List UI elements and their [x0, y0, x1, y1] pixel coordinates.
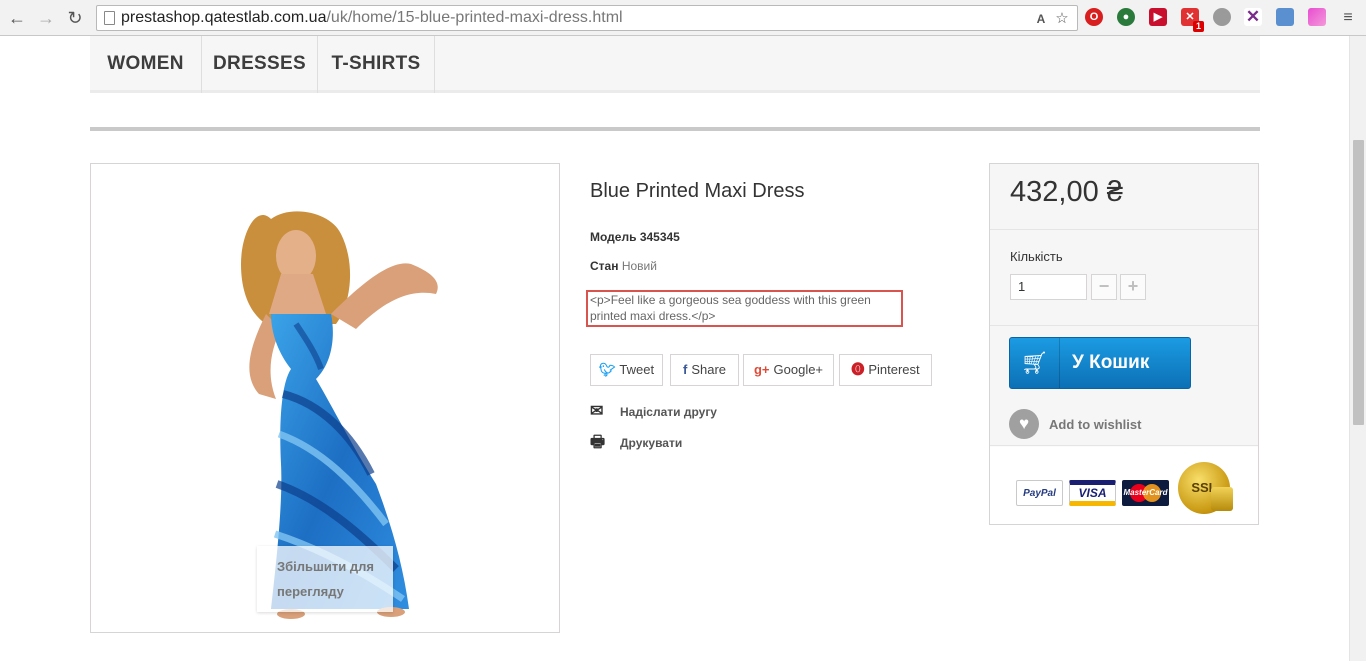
facebook-share-button[interactable]: f Share — [670, 354, 739, 386]
world-extension-icon[interactable] — [1213, 8, 1231, 26]
zoom-hint[interactable]: Збільшити для перегляду — [257, 546, 393, 612]
page-scrollbar[interactable] — [1349, 36, 1366, 661]
envelope-icon: ✉ — [590, 403, 604, 420]
zoom-hint-line1: Збільшити для — [277, 559, 374, 574]
cart-icon: 🛒︎ — [1010, 338, 1060, 388]
mastercard-logo: MasterCard — [1122, 480, 1169, 506]
quantity-area: Кількість 1 − + — [990, 230, 1258, 326]
price-area: 432,00 ₴ — [990, 164, 1258, 230]
visa-logo: VISA — [1069, 480, 1116, 506]
google-plus-button[interactable]: g+ Google+ — [743, 354, 834, 386]
globe-extension-icon[interactable]: ● — [1117, 8, 1135, 26]
cart-area: 🛒︎ У Кошик ♥ Add to wishlist — [990, 326, 1258, 446]
printer-icon: 🖶 — [590, 434, 606, 451]
model-row: Модель 345345 — [590, 230, 680, 244]
condition-row: Стан Новий — [590, 259, 657, 273]
payment-logos: PayPal VISA MasterCard SSL — [990, 447, 1258, 524]
pinterest-button[interactable]: ⓿ Pinterest — [839, 354, 932, 386]
pinterest-icon: ⓿ — [851, 362, 865, 377]
chrome-menu-icon[interactable]: ≡ — [1338, 8, 1358, 28]
address-url[interactable]: prestashop.qatestlab.com.ua/uk/home/15-b… — [121, 9, 623, 27]
add-to-wishlist-link[interactable]: Add to wishlist — [1049, 417, 1141, 432]
twitter-icon: 🐦︎ — [598, 362, 616, 377]
back-arrow-icon[interactable]: ← — [7, 8, 27, 28]
menu-item-women[interactable]: WOMEN — [90, 36, 202, 93]
zoom-hint-line2: перегляду — [277, 584, 344, 599]
color-extension-icon[interactable] — [1308, 8, 1326, 26]
heart-icon[interactable]: ♥ — [1009, 409, 1039, 439]
reload-icon[interactable]: ↻ — [65, 8, 85, 28]
play-extension-icon[interactable]: ▶ — [1149, 8, 1167, 26]
model-value: 345345 — [639, 230, 680, 244]
quantity-input[interactable]: 1 — [1010, 274, 1087, 300]
page-icon — [104, 11, 115, 25]
window-extension-icon[interactable] — [1276, 8, 1294, 26]
extension-badge: 1 — [1193, 21, 1204, 32]
google-plus-icon: g+ — [753, 362, 770, 377]
product-image[interactable]: Збільшити для перегляду — [90, 163, 560, 633]
star-icon[interactable]: ☆ — [1053, 11, 1071, 27]
product-price: 432,00 ₴ — [1010, 176, 1123, 208]
buy-box: 432,00 ₴ Кількість 1 − + 🛒︎ У Кошик ♥ Ad… — [989, 163, 1259, 525]
menu-item-tshirts[interactable]: T-SHIRTS — [318, 36, 435, 93]
facebook-icon: f — [682, 362, 688, 377]
tweet-button[interactable]: 🐦︎ Tweet — [590, 354, 663, 386]
paypal-logo: PayPal — [1016, 480, 1063, 506]
browser-toolbar: ← → ↻ prestashop.qatestlab.com.ua/uk/hom… — [0, 0, 1366, 36]
quantity-label: Кількість — [1010, 249, 1063, 264]
send-to-friend-link[interactable]: ✉ Надіслати другу — [590, 401, 717, 421]
condition-label: Стан — [590, 259, 619, 273]
model-label: Модель — [590, 230, 637, 244]
product-title: Blue Printed Maxi Dress — [590, 180, 805, 202]
add-to-cart-button[interactable]: 🛒︎ У Кошик — [1009, 337, 1191, 389]
cross-extension-icon[interactable]: ✕ — [1244, 8, 1262, 26]
opera-extension-icon[interactable]: O — [1085, 8, 1103, 26]
product-description: <p>Feel like a gorgeous sea goddess with… — [590, 293, 871, 323]
print-link[interactable]: 🖶 Друкувати — [590, 431, 682, 458]
quantity-minus-button[interactable]: − — [1091, 274, 1117, 300]
menu-item-dresses[interactable]: DRESSES — [202, 36, 318, 93]
menu-divider — [90, 127, 1260, 131]
translate-icon[interactable]: A — [1032, 11, 1050, 27]
padlock-icon — [1211, 487, 1233, 511]
forward-arrow-icon[interactable]: → — [36, 8, 56, 28]
condition-value: Новий — [621, 259, 657, 273]
quantity-plus-button[interactable]: + — [1120, 274, 1146, 300]
scrollbar-thumb[interactable] — [1353, 140, 1364, 425]
top-menu: WOMEN DRESSES T-SHIRTS — [90, 36, 1260, 93]
address-bar[interactable]: prestashop.qatestlab.com.ua/uk/home/15-b… — [96, 5, 1078, 31]
